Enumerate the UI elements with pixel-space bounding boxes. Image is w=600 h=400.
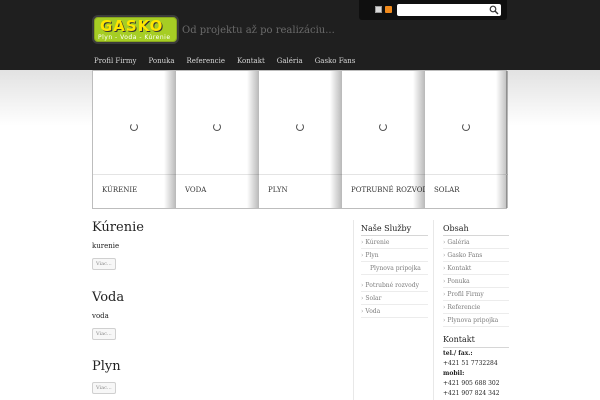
list-item-label: Plyn (365, 252, 379, 259)
obsah-item-profil-firmy[interactable]: › Profil Firmy (443, 288, 509, 301)
bullet-icon: › (443, 265, 446, 272)
loading-spinner-icon (379, 123, 387, 131)
list-item-label: Ponuka (447, 278, 470, 285)
contact-mobile-2: +421 907 824 342 (443, 390, 500, 397)
site-header: GASKO Plyn - Voda - Kúrenie Od projektu … (0, 0, 600, 70)
list-item-label: Profil Firmy (447, 291, 484, 298)
bullet-icon: › (443, 291, 446, 298)
services-item-potrubne-rozvody[interactable]: › Potrubné rozvody (361, 279, 428, 292)
loading-spinner-icon (296, 123, 304, 131)
section-text: kurenie (92, 242, 120, 250)
contact-mobile-1: +421 905 688 302 (443, 380, 500, 387)
slider-panel-label: KÚRENIE (102, 186, 138, 194)
slider-panel-label: VODA (185, 186, 207, 194)
slider-panel-plyn[interactable]: PLYN (259, 71, 342, 208)
panel-shadow (164, 71, 176, 208)
nav-item-kontakt[interactable]: Kontakt (231, 53, 271, 69)
nav-item-gasko-fans[interactable]: Gasko Fans (309, 53, 362, 69)
obsah-item-kontakt[interactable]: › Kontakt (443, 262, 509, 275)
nav-item-galeria[interactable]: Galéria (271, 53, 309, 69)
loading-spinner-icon (213, 123, 221, 131)
panel-shadow (413, 71, 425, 208)
obsah-item-gasko-fans[interactable]: › Gasko Fans (443, 249, 509, 262)
content-section-plyn: Plyn Viac... (92, 359, 342, 394)
sidebar-obsah: Obsah › Galéria › Gasko Fans › Kontakt › Pon… (433, 220, 509, 400)
contact-phone: +421 51 7732284 (443, 360, 498, 367)
loading-spinner-icon (130, 123, 138, 131)
search-input[interactable] (397, 4, 501, 16)
services-item-plynova-pripojka[interactable]: Plynova pripojka (361, 262, 428, 275)
services-item-solar[interactable]: › Solar (361, 292, 428, 305)
nav-item-referencie[interactable]: Referencie (181, 53, 231, 69)
list-item-label: Galéria (447, 239, 470, 246)
logo-wordmark: GASKO (100, 17, 164, 35)
content-section-voda: Voda voda Viac... (92, 290, 342, 340)
section-title[interactable]: Plyn (92, 359, 342, 374)
list-item-label: Voda (365, 308, 381, 315)
nav-item-profil-firmy[interactable]: Profil Firmy (88, 53, 142, 69)
list-item-label: Plynova pripojka (370, 265, 421, 272)
nav-item-ponuka[interactable]: Ponuka (142, 53, 180, 69)
list-item-label: Referencie (447, 304, 481, 311)
site-tagline: Od projektu až po realizáciu... (182, 25, 335, 36)
services-item-voda[interactable]: › Voda (361, 305, 428, 318)
bullet-icon: › (361, 282, 364, 289)
obsah-item-ponuka[interactable]: › Ponuka (443, 275, 509, 288)
section-text: voda (92, 312, 109, 320)
loading-spinner-icon (462, 123, 470, 131)
bullet-icon: › (361, 239, 364, 246)
slider-panel-potrubne-rozvody[interactable]: POTRUBNÉ ROZVODY (342, 71, 425, 208)
slider-panel-kurenie[interactable]: KÚRENIE (93, 71, 176, 208)
list-item-label: Kúrenie (365, 239, 390, 246)
sidebar-services: Naše Služby › Kúrenie › Plyn Plynova pripo… (353, 220, 428, 400)
checkbox-icon[interactable] (375, 6, 382, 13)
content-section-kurenie: Kúrenie kurenie Viac... (92, 220, 342, 270)
accordion-slider: KÚRENIE VODA PLYN POTRUBNÉ ROZVODY SOLAR (92, 70, 508, 209)
sidebar-title: Naše Služby (361, 224, 428, 236)
panel-shadow (496, 71, 508, 208)
contact-label-phone: tel./ fax.: (443, 350, 473, 357)
bullet-icon: › (443, 317, 446, 324)
list-item-label: Potrubné rozvody (365, 282, 419, 289)
search-icon[interactable] (489, 5, 499, 15)
obsah-item-galeria[interactable]: › Galéria (443, 236, 509, 249)
services-list: › Kúrenie › Plyn Plynova pripojka › Potrubn… (361, 236, 428, 318)
slider-panel-label: PLYN (268, 186, 288, 194)
contact-title: Kontakt (443, 335, 509, 348)
bullet-icon: › (443, 239, 446, 246)
services-item-plyn[interactable]: › Plyn (361, 249, 428, 262)
bullet-icon: › (361, 308, 364, 315)
read-more-button[interactable]: Viac... (92, 258, 116, 270)
bullet-icon: › (361, 252, 364, 259)
list-item-label: Kontakt (447, 265, 472, 272)
slider-panel-solar[interactable]: SOLAR (425, 71, 508, 208)
bullet-icon: › (443, 278, 446, 285)
bullet-icon: › (443, 252, 446, 259)
bullet-icon: › (361, 295, 364, 302)
list-item-label: Gasko Fans (447, 252, 483, 259)
top-utility-bar (359, 0, 507, 20)
obsah-item-referencie[interactable]: › Referencie (443, 301, 509, 314)
list-item-label: Plynova pripojka (447, 317, 499, 324)
read-more-button[interactable]: Viac... (92, 382, 116, 394)
panel-shadow (330, 71, 342, 208)
site-logo[interactable]: GASKO Plyn - Voda - Kúrenie (92, 15, 179, 44)
obsah-list: › Galéria › Gasko Fans › Kontakt › Ponuka › P… (443, 236, 509, 327)
sidebar-title: Obsah (443, 224, 509, 236)
read-more-button[interactable]: Viac... (92, 328, 116, 340)
list-item-label: Solar (365, 295, 382, 302)
section-title[interactable]: Voda (92, 290, 342, 305)
main-nav: Profil Firmy Ponuka Referencie Kontakt G… (88, 53, 361, 69)
section-title[interactable]: Kúrenie (92, 220, 342, 235)
panel-shadow (247, 71, 259, 208)
slider-panel-voda[interactable]: VODA (176, 71, 259, 208)
slider-panel-label: SOLAR (434, 186, 460, 194)
logo-subtitle: Plyn - Voda - Kúrenie (98, 34, 171, 41)
obsah-item-plynova-pripojka[interactable]: › Plynova pripojka (443, 314, 509, 327)
services-item-kurenie[interactable]: › Kúrenie (361, 236, 428, 249)
contact-label-mobile: mobil: (443, 370, 465, 377)
rss-icon[interactable] (385, 6, 392, 13)
bullet-icon: › (443, 304, 446, 311)
